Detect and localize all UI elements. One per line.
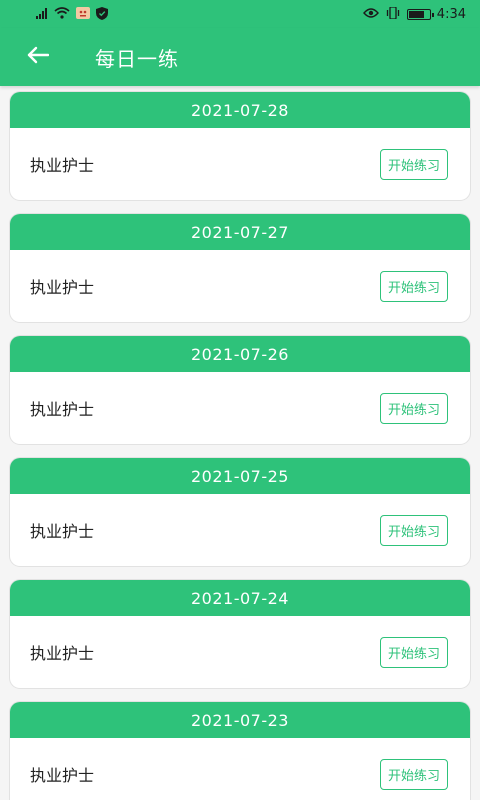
card-body: 执业护士 开始练习 bbox=[10, 372, 470, 444]
app-toolbar: 每日一练 bbox=[0, 28, 480, 86]
card-body: 执业护士 开始练习 bbox=[10, 616, 470, 688]
card-body: 执业护士 开始练习 bbox=[10, 738, 470, 800]
card-date: 2021-07-23 bbox=[10, 702, 470, 738]
status-right: 4:34 bbox=[362, 6, 466, 22]
practice-card: 2021-07-23 执业护士 开始练习 bbox=[10, 702, 470, 800]
card-date: 2021-07-28 bbox=[10, 92, 470, 128]
practice-card: 2021-07-24 执业护士 开始练习 bbox=[10, 580, 470, 688]
practice-card: 2021-07-25 执业护士 开始练习 bbox=[10, 458, 470, 566]
card-body: 执业护士 开始练习 bbox=[10, 128, 470, 200]
practice-card: 2021-07-26 执业护士 开始练习 bbox=[10, 336, 470, 444]
practice-list: 2021-07-28 执业护士 开始练习 2021-07-27 执业护士 开始练习 2021… bbox=[10, 92, 470, 800]
start-practice-button[interactable]: 开始练习 bbox=[379, 636, 448, 668]
status-time: 4:34 bbox=[436, 6, 466, 22]
card-title: 执业护士 bbox=[30, 400, 95, 419]
card-title: 执业护士 bbox=[30, 156, 95, 175]
card-title: 执业护士 bbox=[30, 766, 95, 785]
start-practice-button[interactable]: 开始练习 bbox=[379, 148, 448, 180]
card-title: 执业护士 bbox=[30, 644, 95, 663]
signal-icon bbox=[36, 7, 48, 21]
start-practice-button[interactable]: 开始练习 bbox=[379, 392, 448, 424]
practice-card: 2021-07-27 执业护士 开始练习 bbox=[10, 214, 470, 322]
card-date: 2021-07-24 bbox=[10, 580, 470, 616]
card-date: 2021-07-26 bbox=[10, 336, 470, 372]
start-practice-button[interactable]: 开始练习 bbox=[379, 758, 448, 790]
card-body: 执业护士 开始练习 bbox=[10, 250, 470, 322]
start-practice-button[interactable]: 开始练习 bbox=[379, 270, 448, 302]
card-title: 执业护士 bbox=[30, 278, 95, 297]
status-left bbox=[36, 6, 108, 22]
start-practice-button[interactable]: 开始练习 bbox=[379, 514, 448, 546]
page-title: 每日一练 bbox=[95, 46, 179, 71]
shield-icon bbox=[96, 6, 108, 22]
battery-icon bbox=[406, 8, 434, 20]
back-button[interactable] bbox=[10, 28, 66, 86]
eye-icon bbox=[362, 8, 379, 20]
vibrate-icon bbox=[385, 6, 401, 21]
card-body: 执业护士 开始练习 bbox=[10, 494, 470, 566]
app-notification-icon bbox=[76, 7, 90, 21]
card-date: 2021-07-25 bbox=[10, 458, 470, 494]
card-date: 2021-07-27 bbox=[10, 214, 470, 250]
practice-card: 2021-07-28 执业护士 开始练习 bbox=[10, 92, 470, 200]
status-bar: 4:34 bbox=[0, 0, 480, 28]
battery-level bbox=[408, 10, 425, 18]
wifi-icon bbox=[54, 7, 70, 21]
card-title: 执业护士 bbox=[30, 522, 95, 541]
arrow-left-icon bbox=[27, 46, 50, 68]
